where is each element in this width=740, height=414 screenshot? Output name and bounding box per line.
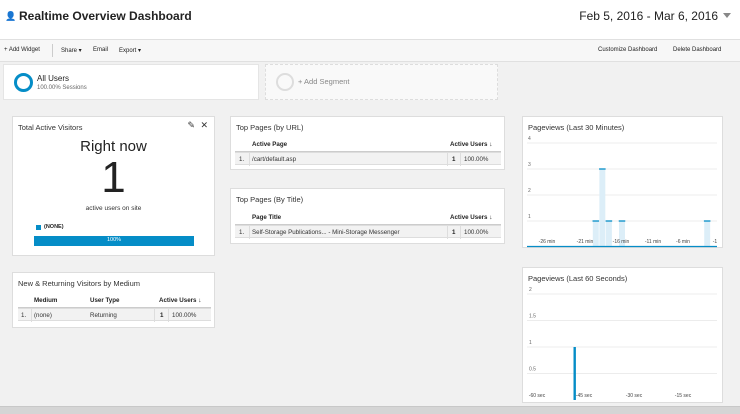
row-page[interactable]: /cart/default.asp [252,153,296,166]
share-menu[interactable]: Share ▾ [61,47,82,54]
y-tick-label: 3 [528,162,531,168]
close-icon[interactable]: ✕ [200,120,208,131]
cell-divider [447,153,448,166]
top-pages-title-table: Page Title Active Users ↓ 1. Self-Storag… [235,212,501,240]
y-tick-label: 4 [528,136,531,142]
column-header-active-page[interactable]: Active Page [252,139,287,151]
table-row[interactable]: 1. /cart/default.asp 1 100.00% [235,152,501,166]
x-tick-label: -1 [713,239,718,245]
x-tick-label: -60 sec [529,393,546,399]
cell-divider [460,153,461,166]
add-widget-button[interactable]: + Add Widget [4,47,40,53]
x-tick-label: -30 sec [626,393,643,399]
x-tick-label: -45 sec [576,393,593,399]
cell-divider [460,226,461,239]
empty-circle-icon [276,73,294,91]
widget-title: New & Returning Visitors by Medium [18,279,140,288]
users-icon: 👤 [5,11,17,21]
table-row[interactable]: 1. Self-Storage Publications... - Mini-S… [235,225,501,239]
bar [704,221,711,247]
y-tick-label: 2 [529,287,532,293]
chevron-down-icon[interactable] [723,13,731,18]
widget-title: Top Pages (by URL) [236,123,304,132]
y-tick-label: 1 [529,340,532,346]
bar [599,169,606,247]
widget-title: Top Pages (By Title) [236,195,304,204]
email-button[interactable]: Email [93,47,108,53]
cell-divider [168,309,169,322]
cell-divider [249,226,250,239]
top-pages-title-widget: Top Pages (By Title) Page Title Active U… [230,188,505,244]
segment-name: All Users [37,74,70,83]
row-medium: (none) [34,312,52,319]
toolbar: + Add Widget Share ▾ Email Export ▾ Cust… [0,40,740,62]
bottom-scrollbar[interactable] [0,406,740,414]
row-page-title[interactable]: Self-Storage Publications... - Mini-Stor… [252,226,400,239]
segment-sessions: 100.00% Sessions [37,85,87,91]
top-pages-url-table: Active Page Active Users ↓ 1. /cart/defa… [235,139,501,167]
cell-divider [447,226,448,239]
medium-table: Medium User Type Active Users ↓ 1. (none… [18,295,211,323]
y-tick-label: 1.5 [529,314,536,320]
page-title: Realtime Overview Dashboard [19,9,192,23]
row-index: 1. [239,229,245,236]
pageviews-30min-chart: 4 3 2 1 -26 min -21 min -16 min -11 min -6 min -1 [527,136,718,248]
customize-dashboard-button[interactable]: Customize Dashboard [598,47,657,53]
pageviews-60sec-widget: Pageviews (Last 60 Seconds) 2 1.5 1 0.5 -60 … [522,267,723,403]
row-user-type: Returning [90,312,117,319]
delete-dashboard-button[interactable]: Delete Dashboard [673,47,721,53]
y-tick-label: 0.5 [529,367,536,373]
medium-widget: New & Returning Visitors by Medium Mediu… [12,272,215,328]
row-percent: 100.00% [464,156,489,163]
progress-label: 100% [106,237,122,243]
row-users: 1 [452,156,456,163]
x-tick-label: -11 min [645,239,662,245]
bar [592,221,599,247]
active-users-count: 1 [101,153,126,202]
column-header-active-users[interactable]: Active Users ↓ [450,139,492,151]
date-range-selector[interactable]: Feb 5, 2016 - Mar 6, 2016 [579,9,718,23]
x-tick-label: -21 min [577,239,594,245]
pencil-icon[interactable]: ✎ [187,120,195,131]
row-percent: 100.00% [172,312,197,319]
row-users: 1 [452,229,456,236]
x-tick-label: -6 min [676,239,690,245]
pageviews-30min-widget: Pageviews (Last 30 Minutes) 4 3 2 1 -26 min -… [522,116,723,248]
active-users-caption: active users on site [85,205,142,212]
top-pages-url-widget: Top Pages (by URL) Active Page Active Us… [230,116,505,170]
cell-divider [154,309,155,322]
toolbar-divider [52,44,53,57]
x-tick-label: -26 min [539,239,556,245]
legend-swatch [36,225,41,230]
column-header-active-users[interactable]: Active Users ↓ [450,212,492,224]
column-header-user-type[interactable]: User Type [90,295,119,307]
column-header-active-users[interactable]: Active Users ↓ [159,295,201,307]
table-row[interactable]: 1. (none) Returning 1 100.00% [18,308,211,322]
segment-all-users[interactable]: All Users 100.00% Sessions [3,64,259,100]
pageviews-60sec-chart: 2 1.5 1 0.5 -60 sec -45 sec -30 sec -15 sec [527,287,717,400]
column-header-medium[interactable]: Medium [34,295,57,307]
column-header-page-title[interactable]: Page Title [252,212,281,224]
dashboard-header: 👤 Realtime Overview Dashboard Feb 5, 201… [0,0,740,40]
progress-bar: 100% [34,236,194,246]
bar [605,221,612,247]
export-menu[interactable]: Export ▾ [119,47,141,54]
active-visitors-widget: Total Active Visitors ✎ ✕ Right now 1 ac… [12,116,215,256]
segment-circle-icon [14,73,33,92]
row-users: 1 [160,312,164,319]
row-index: 1. [21,312,27,319]
x-tick-label: -16 min [613,239,630,245]
row-percent: 100.00% [464,229,489,236]
add-segment-button[interactable]: + Add Segment [265,64,498,100]
x-tick-label: -15 sec [675,393,692,399]
legend-label: (NONE) [44,224,64,230]
cell-divider [31,309,32,322]
row-index: 1. [239,156,245,163]
add-segment-label: + Add Segment [298,77,350,86]
y-tick-label: 2 [528,188,531,194]
cell-divider [249,153,250,166]
widget-title: Total Active Visitors [18,123,83,132]
y-tick-label: 1 [528,214,531,220]
